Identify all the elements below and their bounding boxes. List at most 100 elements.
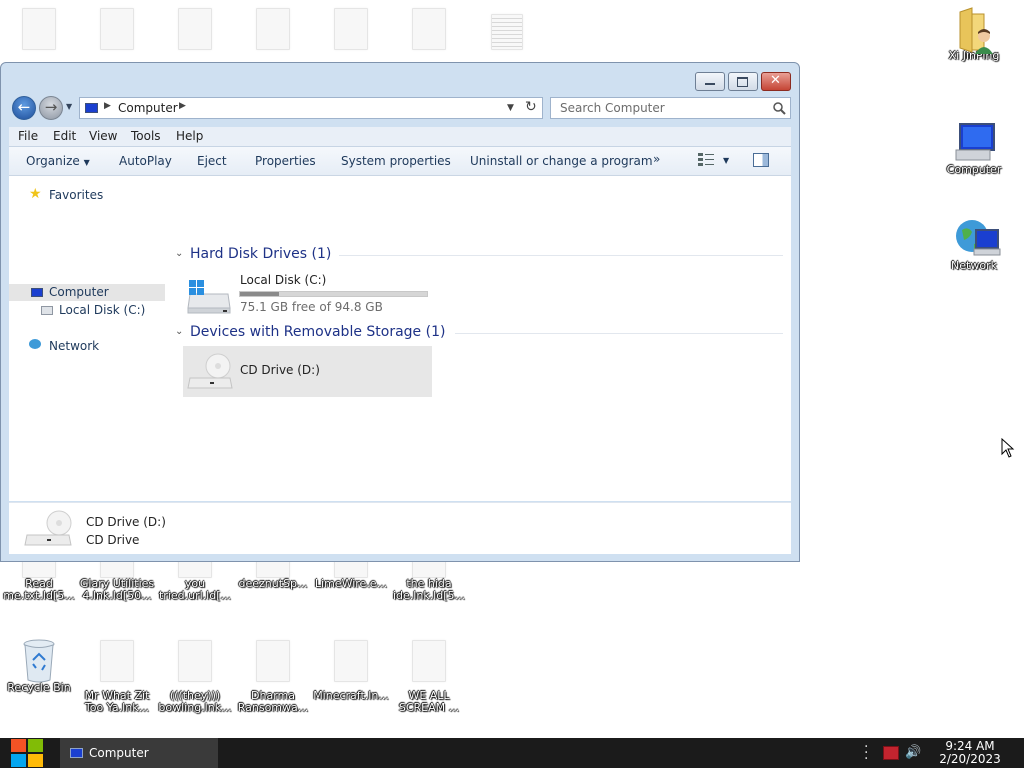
maximize-button[interactable] <box>728 72 758 91</box>
breadcrumb-separator-icon[interactable]: ▶ <box>104 101 111 111</box>
text-document-icon <box>491 14 523 50</box>
desktop-icon[interactable]: (((they))) bowling.lnk... <box>156 640 234 714</box>
nav-local-disk[interactable]: Local Disk (C:) <box>59 303 145 317</box>
document-icon <box>334 8 368 50</box>
cd-drive-name: CD Drive (D:) <box>240 363 320 377</box>
minimize-button[interactable] <box>695 72 725 91</box>
desktop-icon[interactable] <box>312 8 390 50</box>
content-area: ★ Favorites Computer Local Disk (C:) Net… <box>9 176 791 501</box>
computer-icon <box>70 748 83 758</box>
desktop-icon[interactable] <box>234 8 312 50</box>
arrow-left-icon: ← <box>17 98 31 116</box>
collapse-chevron-icon[interactable]: ⌄ <box>175 248 183 259</box>
clock-date: 2/20/2023 <box>939 752 1001 766</box>
properties-button[interactable]: Properties <box>255 154 316 168</box>
mouse-cursor-icon <box>1001 438 1015 458</box>
menu-help[interactable]: Help <box>176 129 203 143</box>
document-icon <box>22 8 56 50</box>
preview-pane-icon[interactable] <box>753 153 769 167</box>
details-pane: CD Drive (D:) CD Drive <box>9 502 791 554</box>
details-item-name: CD Drive (D:) <box>86 515 166 529</box>
nav-favorites[interactable]: Favorites <box>49 188 103 202</box>
eject-button[interactable]: Eject <box>197 154 227 168</box>
document-icon <box>178 640 212 682</box>
restore-icon <box>737 77 748 87</box>
address-row: ← → ▼ ▶ Computer ▶ ▼ ↻ Search Computer <box>9 95 791 121</box>
drive-tile-cd-drive[interactable]: CD Drive (D:) <box>183 346 432 397</box>
desktop-icon[interactable] <box>390 8 468 50</box>
breadcrumb-chevron-icon[interactable]: ▶ <box>179 101 186 111</box>
computer-icon <box>954 120 995 164</box>
windows-logo-icon <box>11 739 43 767</box>
change-view-button[interactable] <box>698 153 714 170</box>
local-disk-icon <box>41 306 53 315</box>
refresh-icon[interactable]: ↻ <box>525 99 537 115</box>
close-button[interactable]: ✕ <box>761 72 791 91</box>
address-bar[interactable]: ▶ Computer ▶ ▼ ↻ <box>79 97 543 119</box>
volume-icon[interactable]: 🔊 <box>905 745 921 760</box>
group-header-removable[interactable]: Devices with Removable Storage (1) <box>190 324 445 340</box>
search-icon[interactable] <box>773 102 786 115</box>
desktop-icon-recycle-bin[interactable]: Recycle Bin <box>0 638 78 694</box>
desktop-icon[interactable]: Dharma Ransomwa... <box>234 640 312 714</box>
hard-drive-icon <box>187 280 231 314</box>
forward-button[interactable]: → <box>39 96 63 120</box>
desktop-icon[interactable] <box>468 14 546 50</box>
tray-network-alert-icon[interactable] <box>883 746 899 760</box>
organize-button[interactable]: Organize ▼ <box>26 154 90 168</box>
start-button[interactable] <box>10 738 44 768</box>
desktop-icon[interactable]: Minecraft.ln... <box>312 640 390 702</box>
nav-network[interactable]: Network <box>49 339 99 353</box>
document-icon <box>100 8 134 50</box>
command-bar: Organize ▼ AutoPlay Eject Properties Sys… <box>9 147 791 176</box>
details-item-type: CD Drive <box>86 533 140 547</box>
desktop-icon-label: Mr What Zit Too Ya.lnk... <box>84 689 150 714</box>
recent-pages-dropdown[interactable]: ▼ <box>66 102 72 111</box>
close-icon: ✕ <box>770 73 781 88</box>
document-icon <box>334 640 368 682</box>
taskbar-item-label: Computer <box>89 746 149 760</box>
local-disk-free-space: 75.1 GB free of 94.8 GB <box>240 300 383 314</box>
menu-tools[interactable]: Tools <box>131 129 161 143</box>
view-options-icon <box>698 153 714 166</box>
collapse-chevron-icon[interactable]: ⌄ <box>175 326 183 337</box>
view-dropdown-icon[interactable]: ▼ <box>723 156 729 165</box>
search-box[interactable]: Search Computer <box>550 97 791 119</box>
desktop-icon-network[interactable]: Network <box>935 216 1013 272</box>
document-icon <box>256 8 290 50</box>
desktop-icon-label: Glary Utilities 4.lnk.ld[50... <box>79 577 155 602</box>
menu-view[interactable]: View <box>89 129 117 143</box>
desktop-icon-label: the hida ide.lnk.ld[5... <box>392 577 465 602</box>
uninstall-program-button[interactable]: Uninstall or change a program <box>470 154 653 168</box>
desktop-icon-user-folder[interactable]: Xi JinPing <box>935 6 1013 62</box>
desktop-icon-computer[interactable]: Computer <box>935 120 1013 176</box>
nav-computer[interactable]: Computer <box>49 285 109 299</box>
desktop-icon[interactable]: WE ALL SCREAM ... <box>390 640 468 714</box>
document-icon <box>412 8 446 50</box>
menu-edit[interactable]: Edit <box>53 129 76 143</box>
desktop-icon[interactable]: Mr What Zit Too Ya.lnk... <box>78 640 156 714</box>
network-icon <box>29 339 41 349</box>
more-commands-button[interactable]: » <box>653 152 660 166</box>
tray-overflow-icon[interactable]: · · · <box>864 740 868 766</box>
window-titlebar[interactable]: ✕ <box>1 63 799 93</box>
address-dropdown-icon[interactable]: ▼ <box>507 103 514 113</box>
group-header-hard-disks[interactable]: Hard Disk Drives (1) <box>190 246 331 262</box>
desktop-icon[interactable] <box>78 8 156 50</box>
autoplay-button[interactable]: AutoPlay <box>119 154 172 168</box>
back-button[interactable]: ← <box>12 96 36 120</box>
document-icon <box>412 640 446 682</box>
chevron-down-icon: ▼ <box>83 158 90 167</box>
breadcrumb-computer[interactable]: Computer <box>118 101 178 115</box>
taskbar-item-computer[interactable]: Computer <box>60 738 218 768</box>
user-folder-icon <box>954 6 994 54</box>
document-icon <box>256 640 290 682</box>
system-properties-button[interactable]: System properties <box>341 154 451 168</box>
search-input[interactable]: Search Computer <box>560 101 665 115</box>
desktop-icon[interactable] <box>0 8 78 50</box>
menu-file[interactable]: File <box>18 129 38 143</box>
document-icon <box>178 8 212 50</box>
clock[interactable]: 9:24 AM 2/20/2023 <box>932 740 1008 766</box>
menu-bar: File Edit View Tools Help <box>9 127 791 147</box>
desktop-icon[interactable] <box>156 8 234 50</box>
